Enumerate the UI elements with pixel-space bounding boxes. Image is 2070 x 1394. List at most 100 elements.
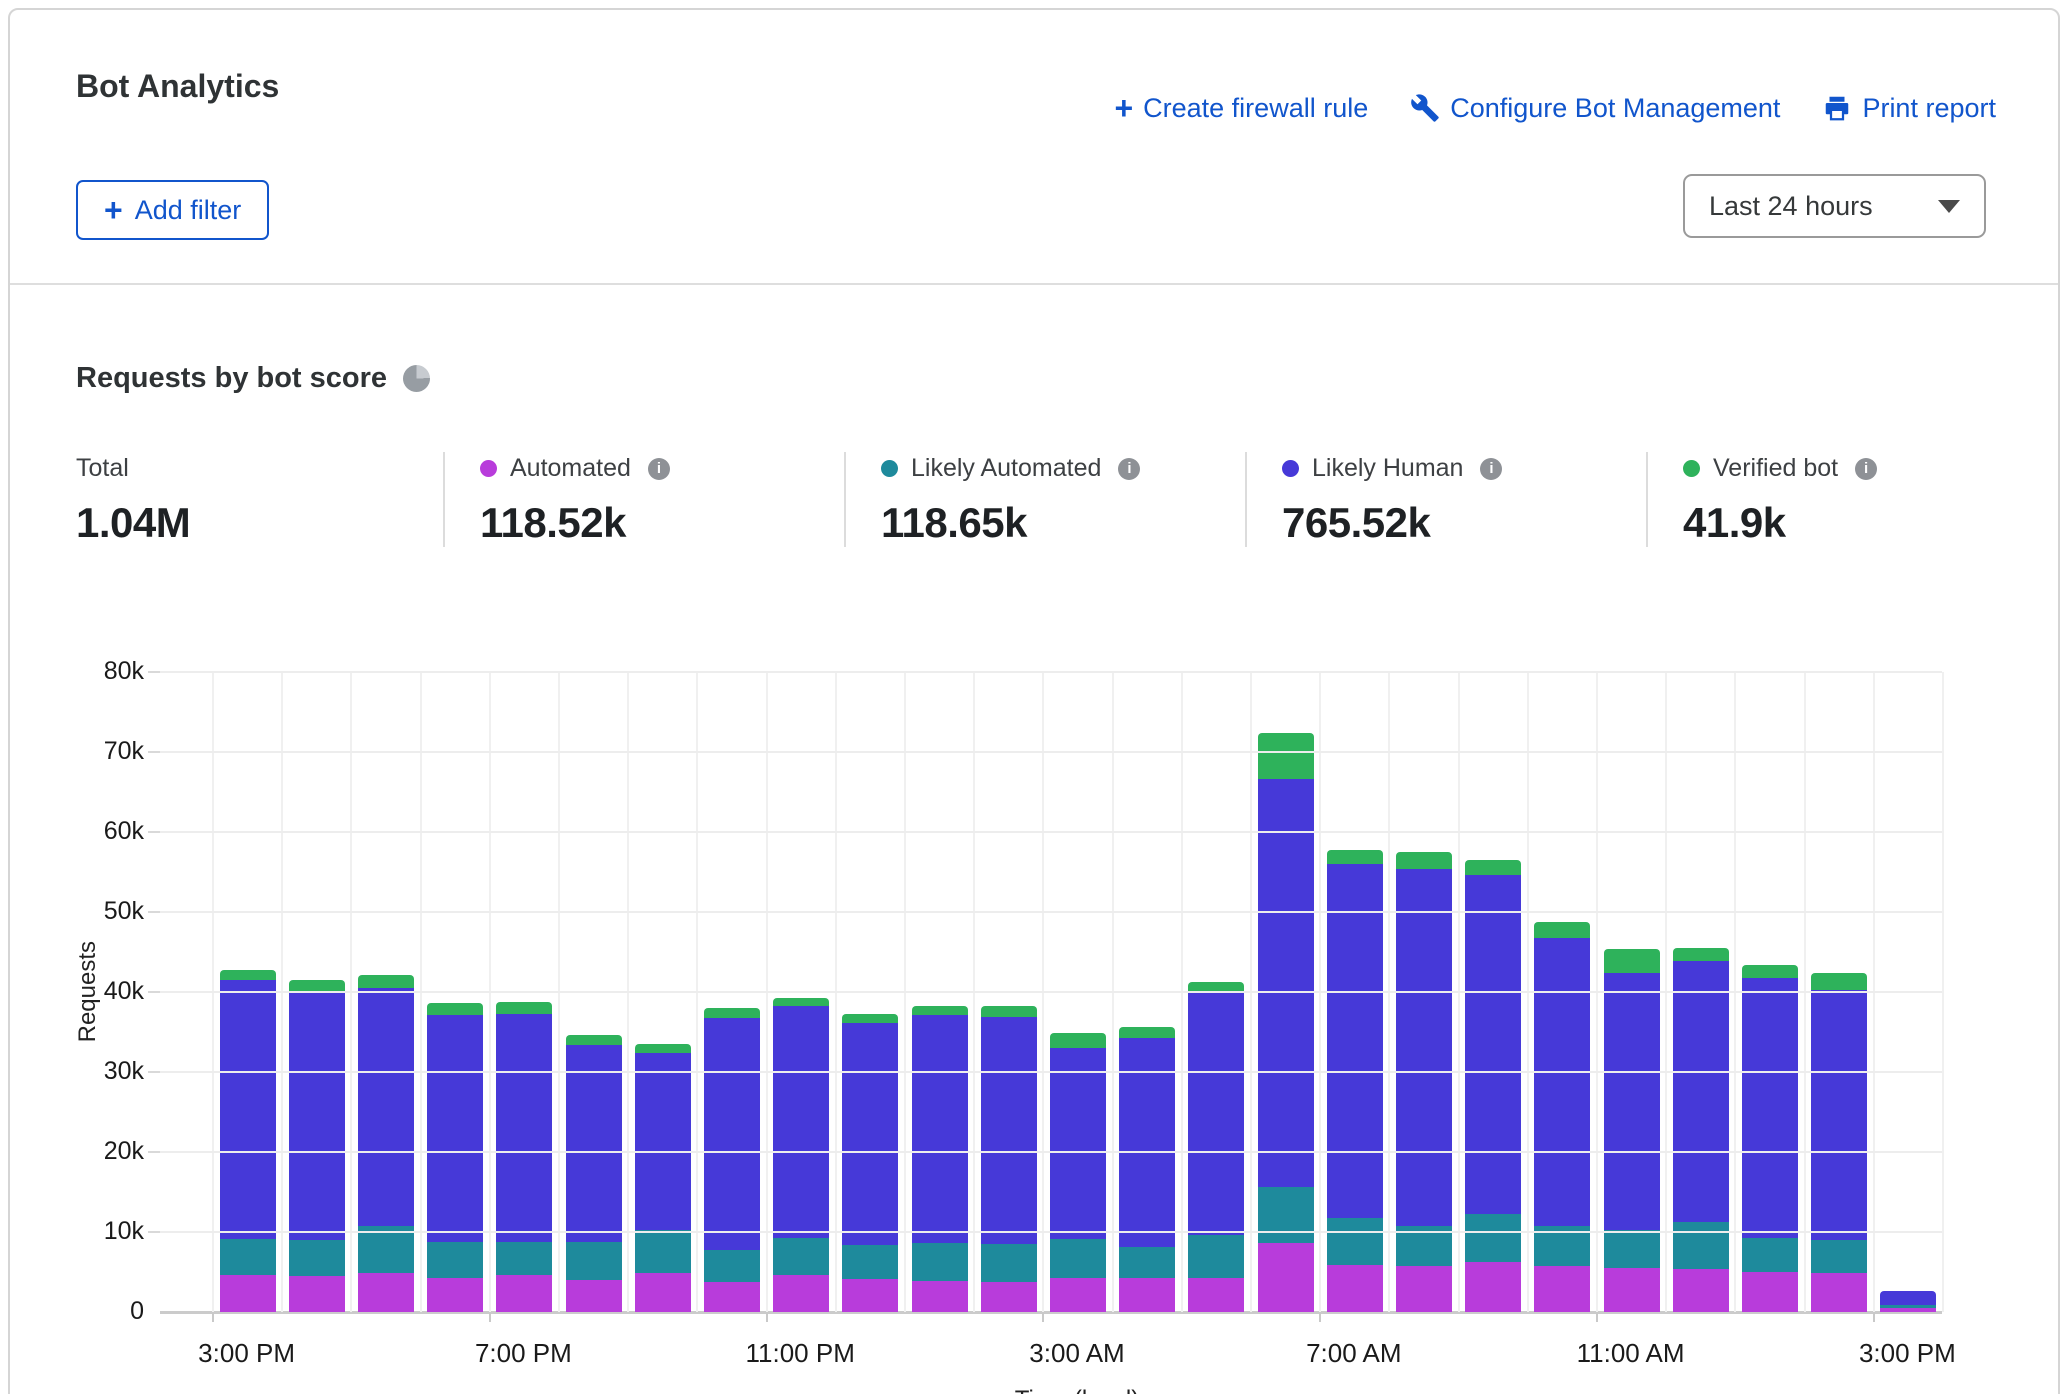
segment-automated [427,1278,483,1312]
segment-likely-human [1119,1038,1175,1247]
segment-automated [1604,1268,1660,1312]
bar-7-00-AM[interactable] [1327,850,1383,1312]
x-tick [1042,1312,1044,1322]
y-gridline [160,1071,1942,1073]
segment-likely-automated [289,1240,345,1276]
stat-total: Total 1.04M [76,452,443,547]
segment-likely-human [1258,779,1314,1187]
add-filter-button[interactable]: + Add filter [76,180,269,240]
stats-row: Total 1.04M Automated i 118.52k Likely A… [76,452,2006,547]
bar-1-00-PM[interactable] [1742,965,1798,1312]
bar-7-00-PM[interactable] [496,1002,552,1312]
segment-verified-bot [566,1035,622,1045]
y-gridline [160,991,1942,993]
y-gridline [160,1231,1942,1233]
bar-2-00-AM[interactable] [981,1006,1037,1312]
bar-3-00-PM[interactable] [1880,1291,1936,1312]
y-gridline [160,1151,1942,1153]
bar-10-00-PM[interactable] [704,1008,760,1312]
y-tick-label: 0 [60,1297,144,1326]
segment-likely-human [1673,961,1729,1223]
segment-automated [1742,1272,1798,1312]
bar-2-00-PM[interactable] [1811,973,1867,1312]
bar-6-00-AM[interactable] [1258,733,1314,1312]
x-tick [1596,1312,1598,1322]
segment-likely-human [635,1053,691,1230]
segment-automated [773,1275,829,1312]
bar-11-00-AM[interactable] [1604,949,1660,1312]
y-tick-label: 10k [60,1217,144,1246]
bar-4-00-PM[interactable] [289,980,345,1312]
segment-verified-bot [1534,922,1590,939]
segment-automated [1188,1278,1244,1312]
info-icon[interactable]: i [1118,458,1140,480]
y-tick [148,1071,160,1073]
segment-likely-automated [1258,1187,1314,1243]
segment-automated [912,1281,968,1312]
y-tick [148,991,160,993]
bar-3-00-PM[interactable] [220,970,276,1312]
requests-by-bot-score-chart: Requests 3:00 PM7:00 PM11:00 PM3:00 AM7:… [10,650,2070,1394]
bar-9-00-AM[interactable] [1465,860,1521,1312]
segment-likely-human [496,1014,552,1242]
x-tick-label: 3:00 PM [1859,1338,1956,1369]
segment-likely-human [1742,978,1798,1238]
create-firewall-rule-link[interactable]: + Create firewall rule [1114,92,1368,124]
segment-verified-bot [842,1014,898,1024]
segment-likely-automated [1742,1238,1798,1272]
y-gridline [160,671,1942,673]
plus-icon: + [1114,92,1133,124]
segment-likely-human [1050,1048,1106,1239]
bar-12-00-AM[interactable] [842,1014,898,1312]
segment-automated [1396,1266,1452,1312]
segment-verified-bot [496,1002,552,1014]
segment-likely-human [220,980,276,1239]
bar-5-00-PM[interactable] [358,975,414,1312]
bar-3-00-AM[interactable] [1050,1033,1106,1312]
configure-bot-management-link[interactable]: Configure Bot Management [1410,93,1780,124]
x-tick [212,1312,214,1322]
segment-likely-automated [912,1243,968,1281]
bar-11-00-PM[interactable] [773,998,829,1312]
section-title-row: Requests by bot score [76,362,430,395]
segment-automated [1465,1262,1521,1312]
segment-likely-human [358,988,414,1226]
segment-automated [1673,1269,1729,1312]
bar-9-00-PM[interactable] [635,1044,691,1312]
y-tick-label: 80k [60,657,144,686]
bar-4-00-AM[interactable] [1119,1027,1175,1312]
bar-8-00-AM[interactable] [1396,852,1452,1312]
segment-likely-automated [1604,1230,1660,1268]
segment-automated [1811,1273,1867,1312]
x-tick-label: 3:00 AM [1029,1338,1124,1369]
bar-12-00-PM[interactable] [1673,948,1729,1312]
bar-10-00-AM[interactable] [1534,922,1590,1312]
chevron-down-icon [1938,200,1960,213]
wrench-icon [1410,93,1440,123]
bar-1-00-AM[interactable] [912,1006,968,1312]
stat-likely-human-label: Likely Human [1312,454,1463,483]
bar-5-00-AM[interactable] [1188,982,1244,1312]
y-tick [148,751,160,753]
page-title: Bot Analytics [76,68,279,105]
segment-verified-bot [1673,948,1729,961]
segment-automated [635,1273,691,1312]
x-tick-label: 7:00 AM [1306,1338,1401,1369]
x-axis-title: Time (local) [1015,1386,1139,1394]
info-icon[interactable]: i [648,458,670,480]
bar-6-00-PM[interactable] [427,1003,483,1312]
info-icon[interactable]: i [1855,458,1877,480]
bar-8-00-PM[interactable] [566,1035,622,1312]
info-icon[interactable]: i [1480,458,1502,480]
segment-likely-human [427,1015,483,1242]
time-range-dropdown[interactable]: Last 24 hours [1683,174,1986,238]
x-tick [766,1312,768,1322]
segment-likely-human [1396,869,1452,1226]
create-firewall-rule-label: Create firewall rule [1143,93,1368,124]
segment-likely-human [1880,1291,1936,1305]
print-report-link[interactable]: Print report [1822,93,1996,124]
segment-automated [289,1276,345,1312]
segment-likely-automated [220,1239,276,1275]
y-tick [148,1231,160,1233]
x-tick [1873,1312,1875,1322]
